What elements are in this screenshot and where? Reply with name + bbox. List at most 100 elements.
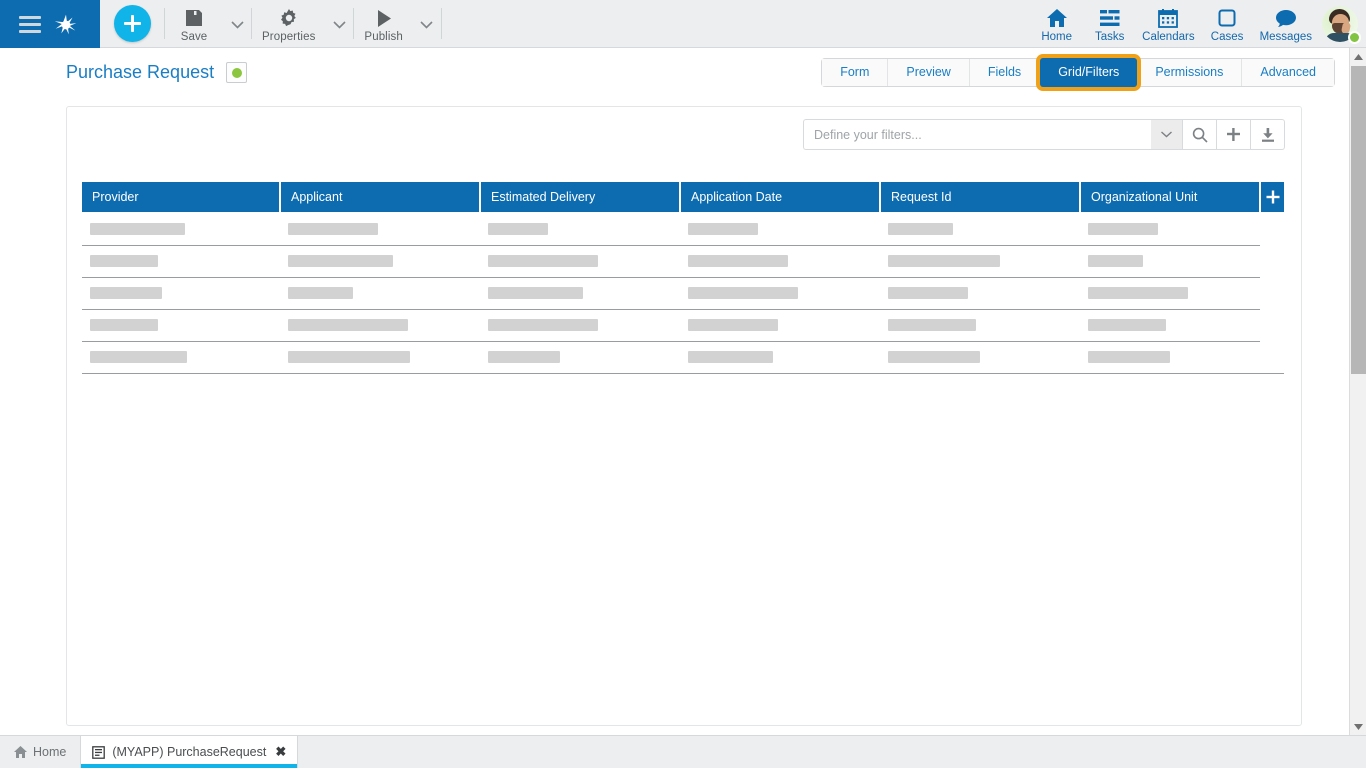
table-cell bbox=[82, 213, 280, 246]
cases-square-icon bbox=[1217, 7, 1237, 29]
filter-input[interactable] bbox=[803, 119, 1151, 150]
tab-advanced[interactable]: Advanced bbox=[1242, 59, 1334, 86]
table-cell bbox=[280, 341, 480, 374]
placeholder-bar bbox=[1088, 319, 1166, 331]
save-button[interactable]: Save bbox=[165, 0, 223, 47]
table-cell bbox=[680, 341, 880, 374]
taskbar: Home (MYAPP) PurchaseRequest ✖ bbox=[0, 735, 1366, 768]
table-cell bbox=[880, 309, 1080, 342]
placeholder-bar bbox=[688, 255, 788, 267]
save-dropdown-caret[interactable] bbox=[223, 0, 251, 47]
tab-preview[interactable]: Preview bbox=[888, 59, 970, 86]
save-label: Save bbox=[180, 31, 208, 43]
column-header-estimated-delivery[interactable]: Estimated Delivery bbox=[480, 182, 681, 214]
hamburger-icon[interactable] bbox=[19, 15, 41, 33]
scroll-up-button[interactable] bbox=[1350, 48, 1366, 65]
table-row[interactable] bbox=[82, 277, 1284, 310]
add-column-button[interactable] bbox=[1260, 182, 1284, 214]
placeholder-bar bbox=[888, 351, 980, 363]
table-cell bbox=[880, 277, 1080, 310]
add-new-button[interactable] bbox=[113, 5, 151, 42]
tab-grid-filters[interactable]: Grid/Filters bbox=[1040, 58, 1138, 87]
placeholder-bar bbox=[688, 319, 778, 331]
column-header-applicant[interactable]: Applicant bbox=[280, 182, 481, 214]
table-row[interactable] bbox=[82, 213, 1284, 246]
home-icon bbox=[1046, 7, 1068, 29]
tab-fields[interactable]: Fields bbox=[969, 59, 1041, 86]
tasks-list-icon bbox=[1099, 7, 1121, 29]
placeholder-bar bbox=[488, 255, 598, 267]
table-row[interactable] bbox=[82, 341, 1284, 374]
scroll-down-button[interactable] bbox=[1350, 718, 1366, 735]
plus-icon bbox=[1227, 128, 1240, 141]
table-cell bbox=[82, 341, 280, 374]
table-cell bbox=[880, 245, 1080, 278]
properties-button[interactable]: Properties bbox=[252, 0, 325, 47]
search-icon bbox=[1192, 127, 1208, 143]
table-cell-spacer bbox=[1260, 245, 1284, 277]
placeholder-bar bbox=[288, 287, 353, 299]
avatar[interactable] bbox=[1318, 0, 1362, 47]
publish-dropdown-caret[interactable] bbox=[413, 0, 441, 47]
export-button[interactable] bbox=[1251, 119, 1285, 150]
status-indicator[interactable] bbox=[226, 62, 248, 83]
table-row[interactable] bbox=[82, 245, 1284, 278]
table-cell bbox=[680, 213, 880, 246]
grid-header-row: Provider Applicant Estimated Delivery Ap… bbox=[82, 182, 1284, 214]
placeholder-bar bbox=[488, 351, 560, 363]
nav-calendars[interactable]: Calendars bbox=[1136, 0, 1200, 47]
status-dot-icon bbox=[231, 67, 242, 78]
placeholder-bar bbox=[90, 223, 185, 236]
scrollbar-thumb[interactable] bbox=[1351, 66, 1366, 374]
table-cell bbox=[680, 277, 880, 310]
triangle-up-icon bbox=[1354, 53, 1363, 60]
placeholder-bar bbox=[688, 223, 758, 236]
properties-label: Properties bbox=[262, 31, 316, 43]
add-filter-button[interactable] bbox=[1217, 119, 1251, 150]
page-title: Purchase Request bbox=[66, 62, 215, 82]
bizagi-logo-icon[interactable] bbox=[51, 9, 81, 39]
search-button[interactable] bbox=[1183, 119, 1217, 150]
tab-form[interactable]: Form bbox=[822, 59, 889, 86]
chevron-down-icon bbox=[333, 20, 346, 29]
table-cell bbox=[680, 309, 880, 342]
table-cell bbox=[480, 213, 680, 246]
table-cell bbox=[1080, 245, 1260, 278]
publish-label: Publish bbox=[364, 31, 403, 43]
column-header-request-id[interactable]: Request Id bbox=[880, 182, 1081, 214]
table-cell bbox=[1080, 277, 1260, 310]
table-cell bbox=[680, 245, 880, 278]
taskbar-home-button[interactable]: Home bbox=[0, 736, 80, 768]
nav-tasks[interactable]: Tasks bbox=[1083, 0, 1136, 47]
publish-button[interactable]: Publish bbox=[354, 0, 412, 47]
nav-home[interactable]: Home bbox=[1030, 0, 1083, 47]
table-row[interactable] bbox=[82, 309, 1284, 342]
close-icon[interactable]: ✖ bbox=[275, 744, 286, 760]
tab-permissions[interactable]: Permissions bbox=[1137, 59, 1243, 86]
placeholder-bar bbox=[688, 351, 773, 363]
content-panel: Provider Applicant Estimated Delivery Ap… bbox=[66, 106, 1302, 726]
save-floppy-icon bbox=[184, 6, 204, 28]
status-badge bbox=[1348, 31, 1361, 44]
taskbar-home-label: Home bbox=[33, 745, 67, 759]
placeholder-bar bbox=[888, 319, 976, 331]
table-cell bbox=[280, 213, 480, 246]
add-button-zone bbox=[100, 0, 164, 47]
placeholder-bar bbox=[688, 287, 798, 299]
column-header-provider[interactable]: Provider bbox=[82, 182, 281, 214]
placeholder-bar bbox=[288, 223, 378, 236]
vertical-scrollbar[interactable] bbox=[1349, 48, 1366, 735]
nav-messages[interactable]: Messages bbox=[1254, 0, 1318, 47]
properties-dropdown-caret[interactable] bbox=[325, 0, 353, 47]
nav-home-label: Home bbox=[1041, 31, 1072, 43]
filter-dropdown-button[interactable] bbox=[1151, 119, 1183, 150]
page-tabs: Form Preview Fields Grid/Filters Permiss… bbox=[821, 58, 1335, 87]
data-grid: Provider Applicant Estimated Delivery Ap… bbox=[82, 182, 1284, 374]
table-cell bbox=[82, 245, 280, 278]
nav-cases[interactable]: Cases bbox=[1201, 0, 1254, 47]
table-cell bbox=[280, 277, 480, 310]
taskbar-tab-purchaserequest[interactable]: (MYAPP) PurchaseRequest ✖ bbox=[80, 736, 299, 768]
column-header-organizational-unit[interactable]: Organizational Unit bbox=[1080, 182, 1261, 214]
column-header-application-date[interactable]: Application Date bbox=[680, 182, 881, 214]
placeholder-bar bbox=[488, 223, 548, 236]
